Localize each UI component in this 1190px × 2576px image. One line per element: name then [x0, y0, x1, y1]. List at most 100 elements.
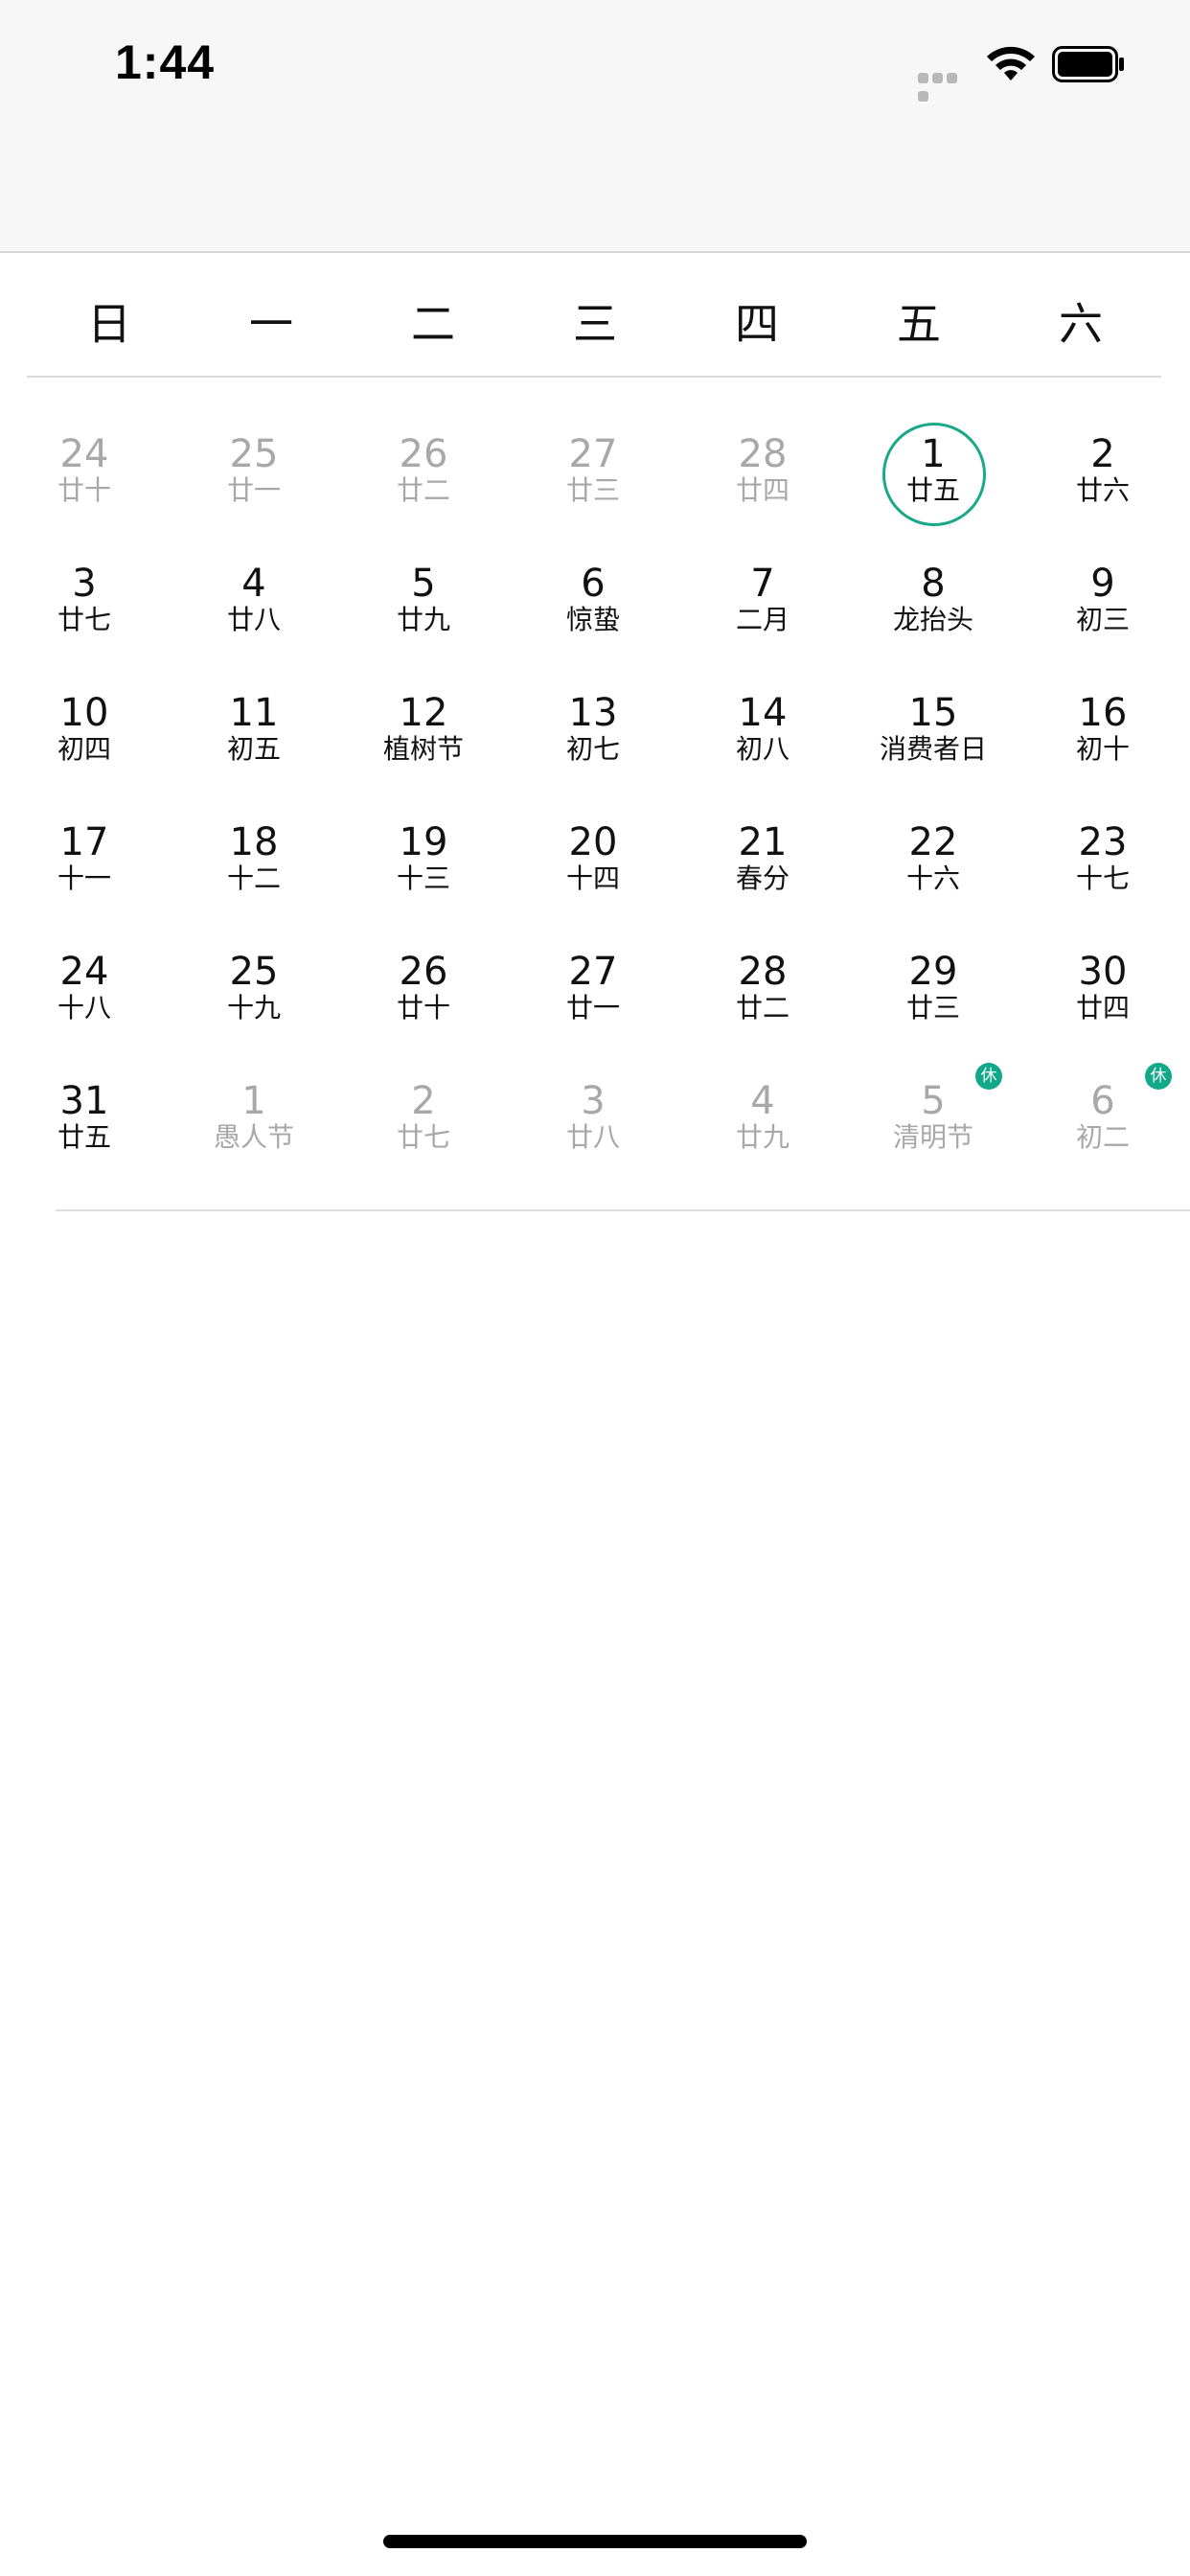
day-number: 22: [908, 820, 958, 864]
day-lunar-label: 廿一: [565, 992, 620, 1024]
day-number: 4: [750, 1079, 775, 1123]
day-number: 3: [581, 1079, 606, 1123]
calendar-day[interactable]: 11 初五: [177, 671, 331, 786]
calendar-day[interactable]: 9 初三: [1026, 541, 1179, 656]
calendar-day[interactable]: 6 惊蛰: [516, 541, 670, 656]
day-number: 1: [921, 432, 946, 476]
day-number: 13: [568, 691, 618, 735]
day-lunar-label: 十三: [396, 862, 450, 894]
day-lunar-label: 春分: [735, 862, 790, 894]
day-lunar-label: 十七: [1075, 862, 1130, 894]
calendar-day[interactable]: 31 廿五: [8, 1059, 161, 1174]
calendar-day[interactable]: 17 十一: [8, 800, 161, 915]
calendar-day[interactable]: 23 十七: [1026, 800, 1179, 915]
calendar-day[interactable]: 2 廿七: [347, 1059, 500, 1174]
calendar-day[interactable]: 20 十四: [516, 800, 670, 915]
calendar-day[interactable]: 27 廿三: [516, 412, 670, 527]
calendar-day[interactable]: 21 春分: [686, 800, 839, 915]
day-number: 31: [59, 1079, 109, 1123]
day-number: 27: [568, 432, 618, 476]
day-lunar-label: 廿十: [57, 474, 111, 506]
day-number: 26: [399, 950, 448, 994]
weekday-tue: 二: [411, 298, 455, 350]
day-lunar-label: 廿三: [565, 474, 620, 506]
calendar-day[interactable]: 27 廿一: [516, 930, 670, 1045]
day-number: 8: [921, 562, 946, 606]
home-indicator[interactable]: [383, 2535, 807, 2548]
calendar-day[interactable]: 10 初四: [8, 671, 161, 786]
day-number: 6: [581, 562, 606, 606]
calendar-day[interactable]: 6 初二休: [1026, 1059, 1179, 1174]
day-lunar-label: 消费者日: [879, 733, 987, 765]
status-time: 1:44: [115, 35, 216, 89]
day-lunar-label: 初五: [226, 733, 281, 765]
calendar-day[interactable]: 19 十三: [347, 800, 500, 915]
calendar-day[interactable]: 12 植树节: [347, 671, 500, 786]
calendar-day[interactable]: 15 消费者日: [857, 671, 1010, 786]
day-number: 26: [399, 432, 448, 476]
day-number: 28: [738, 950, 788, 994]
day-lunar-label: 廿七: [396, 1121, 450, 1153]
day-lunar-label: 廿五: [905, 474, 960, 506]
calendar-day[interactable]: 22 十六: [857, 800, 1010, 915]
battery-icon: [1052, 46, 1124, 82]
calendar-day[interactable]: 14 初八: [686, 671, 839, 786]
calendar-day[interactable]: 28 廿四: [686, 412, 839, 527]
day-lunar-label: 初七: [565, 733, 620, 765]
day-number: 5: [411, 562, 436, 606]
calendar-day[interactable]: 13 初七: [516, 671, 670, 786]
wifi-icon: [987, 46, 1035, 80]
weekday-header: 日 一 二 三 四 五 六: [0, 253, 1190, 378]
calendar-day[interactable]: 25 廿一: [177, 412, 331, 527]
calendar-day[interactable]: 30 廿四: [1026, 930, 1179, 1045]
day-number: 24: [59, 432, 109, 476]
calendar-day[interactable]: 3 廿七: [8, 541, 161, 656]
day-lunar-label: 廿九: [735, 1121, 790, 1153]
day-lunar-label: 十二: [226, 862, 281, 894]
day-number: 25: [229, 432, 279, 476]
calendar-day[interactable]: 16 初十: [1026, 671, 1179, 786]
calendar-day[interactable]: 1 愚人节: [177, 1059, 331, 1174]
weekday-thu: 四: [735, 298, 779, 350]
weekday-wed: 三: [573, 298, 617, 350]
calendar-day[interactable]: 5 廿九: [347, 541, 500, 656]
weekday-fri: 五: [897, 298, 941, 350]
calendar-day-today[interactable]: 1 廿五: [857, 412, 1010, 527]
calendar-day[interactable]: 25 十九: [177, 930, 331, 1045]
day-lunar-label: 初二: [1075, 1121, 1130, 1153]
calendar-day[interactable]: 29 廿三: [857, 930, 1010, 1045]
day-number: 21: [738, 820, 788, 864]
day-lunar-label: 廿八: [226, 604, 281, 635]
calendar-day[interactable]: 3 廿八: [516, 1059, 670, 1174]
day-lunar-label: 廿七: [57, 604, 111, 635]
calendar-day[interactable]: 4 廿九: [686, 1059, 839, 1174]
weekday-sun: 日: [87, 298, 131, 350]
weekday-divider: [27, 376, 1161, 378]
day-lunar-label: 十一: [57, 862, 111, 894]
day-lunar-label: 廿二: [735, 992, 790, 1024]
calendar-day[interactable]: 26 廿二: [347, 412, 500, 527]
day-lunar-label: 初十: [1075, 733, 1130, 765]
calendar-day[interactable]: 24 廿十: [8, 412, 161, 527]
calendar-day[interactable]: 24 十八: [8, 930, 161, 1045]
calendar-day[interactable]: 26 廿十: [347, 930, 500, 1045]
day-lunar-label: 初八: [735, 733, 790, 765]
day-number: 16: [1078, 691, 1128, 735]
day-number: 1: [241, 1079, 266, 1123]
day-lunar-label: 廿四: [735, 474, 790, 506]
calendar-day[interactable]: 5 清明节休: [857, 1059, 1010, 1174]
calendar-day[interactable]: 4 廿八: [177, 541, 331, 656]
calendar-day[interactable]: 7 二月: [686, 541, 839, 656]
calendar-day[interactable]: 8 龙抬头: [857, 541, 1010, 656]
day-lunar-label: 廿一: [226, 474, 281, 506]
day-number: 29: [908, 950, 958, 994]
day-number: 11: [229, 691, 279, 735]
calendar-day[interactable]: 2 廿六: [1026, 412, 1179, 527]
calendar-day[interactable]: 18 十二: [177, 800, 331, 915]
day-number: 14: [738, 691, 788, 735]
day-number: 3: [72, 562, 97, 606]
day-lunar-label: 廿八: [565, 1121, 620, 1153]
day-number: 24: [59, 950, 109, 994]
calendar-day[interactable]: 28 廿二: [686, 930, 839, 1045]
day-lunar-label: 植树节: [382, 733, 464, 765]
